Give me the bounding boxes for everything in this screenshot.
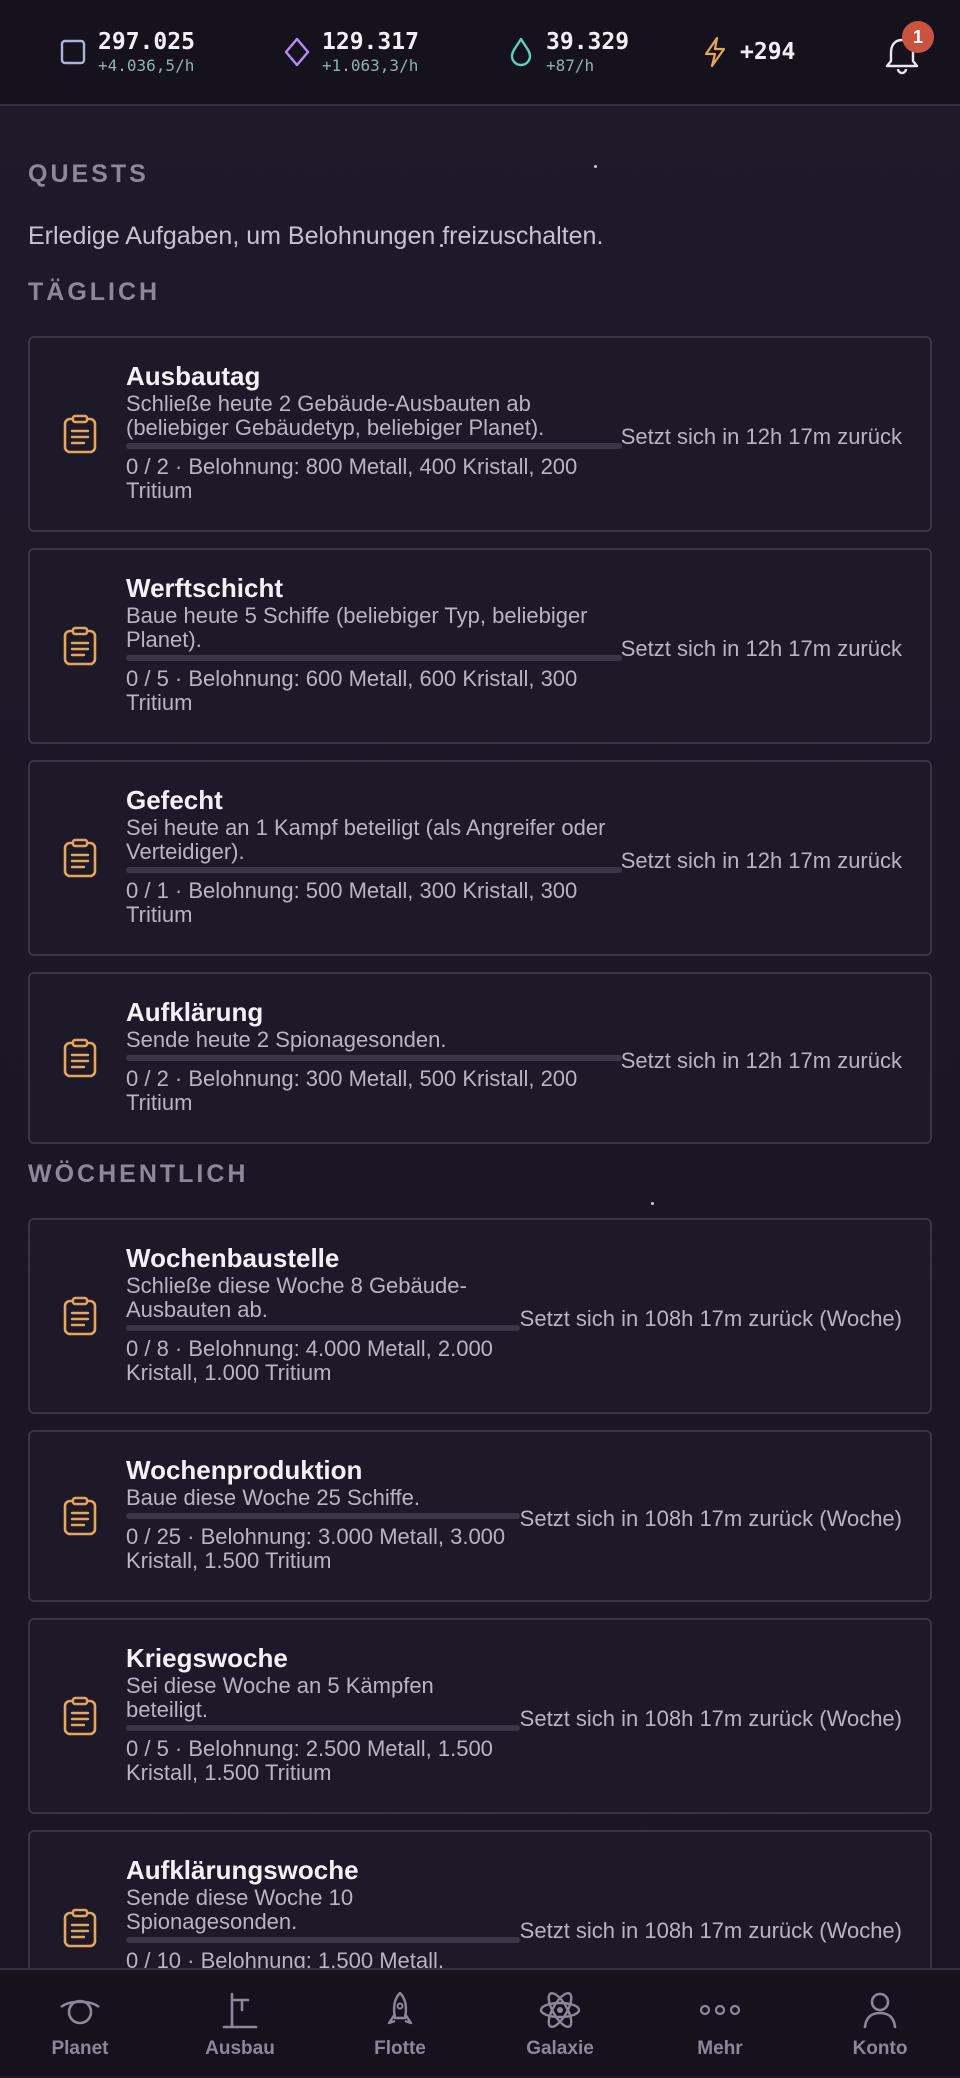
quest-card[interactable]: Ausbautag Schließe heute 2 Gebäude-Ausba…: [28, 336, 932, 532]
quest-progress: 0 / 2 · Belohnung: 300 Metall, 500 Krist…: [126, 1067, 622, 1115]
quest-description: Baue diese Woche 25 Schiffe.: [126, 1486, 520, 1510]
crystal-resource[interactable]: 129.317 +1.063,3/h: [282, 24, 419, 80]
quest-progress-bar: [126, 1937, 520, 1943]
clipboard-icon: [62, 1696, 98, 1736]
energy-amount: +294: [740, 38, 795, 66]
nav-label: Ausbau: [205, 2038, 275, 2060]
quest-title: Wochenbaustelle: [126, 1242, 520, 1274]
quest-title: Werftschicht: [126, 572, 622, 604]
quest-title: Wochenproduktion: [126, 1454, 520, 1486]
clipboard-icon: [62, 414, 98, 454]
quest-description: Schließe heute 2 Gebäude-Ausbauten ab (b…: [126, 392, 622, 440]
tritium-resource[interactable]: 39.329 +87/h: [506, 24, 629, 80]
quest-reset-timer: Setzt sich in 12h 17m zurück: [621, 1048, 902, 1074]
quest-reset-timer: Setzt sich in 108h 17m zurück (Woche): [520, 1506, 902, 1532]
droplet-icon: [506, 37, 536, 67]
quest-progress-bar: [126, 1055, 622, 1061]
clipboard-icon: [62, 1496, 98, 1536]
quest-description: Baue heute 5 Schiffe (beliebiger Typ, be…: [126, 604, 622, 652]
section-daily: TÄGLICH: [28, 278, 160, 307]
section-weekly: WÖCHENTLICH: [28, 1160, 248, 1189]
nav-label: Planet: [51, 2038, 108, 2060]
diamond-icon: [282, 37, 312, 67]
quest-reset-timer: Setzt sich in 108h 17m zurück (Woche): [520, 1918, 902, 1944]
energy-resource[interactable]: +294: [700, 24, 795, 80]
quest-title: Kriegswoche: [126, 1642, 520, 1674]
quest-progress: 0 / 25 · Belohnung: 3.000 Metall, 3.000 …: [126, 1525, 520, 1573]
quest-reset-timer: Setzt sich in 12h 17m zurück: [621, 424, 902, 450]
quest-description: Schließe diese Woche 8 Gebäude-Ausbauten…: [126, 1274, 520, 1322]
quest-title: Gefecht: [126, 784, 622, 816]
quest-reset-timer: Setzt sich in 108h 17m zurück (Woche): [520, 1306, 902, 1332]
nav-label: Flotte: [374, 2038, 426, 2060]
tritium-amount: 39.329: [546, 28, 629, 56]
quest-progress-bar: [126, 867, 622, 873]
user-icon: [858, 1990, 902, 2030]
metal-rate: +4.036,5/h: [98, 56, 195, 76]
quest-progress: 0 / 5 · Belohnung: 2.500 Metall, 1.500 K…: [126, 1737, 520, 1785]
clipboard-icon: [62, 1038, 98, 1078]
clipboard-icon: [62, 1296, 98, 1336]
nav-item-galaxie[interactable]: Galaxie: [480, 1970, 640, 2078]
rocket-icon: [378, 1990, 422, 2030]
quest-description: Sende diese Woche 10 Spionagesonden.: [126, 1886, 520, 1934]
quest-progress-bar: [126, 1325, 520, 1331]
crystal-amount: 129.317: [322, 28, 419, 56]
metal-amount: 297.025: [98, 28, 195, 56]
quest-progress: 0 / 8 · Belohnung: 4.000 Metall, 2.000 K…: [126, 1337, 520, 1385]
quest-progress: 0 / 5 · Belohnung: 600 Metall, 600 Krist…: [126, 667, 622, 715]
notification-badge: 1: [902, 21, 934, 53]
quest-card[interactable]: Wochenproduktion Baue diese Woche 25 Sch…: [28, 1430, 932, 1602]
quest-reset-timer: Setzt sich in 12h 17m zurück: [621, 848, 902, 874]
clipboard-icon: [62, 626, 98, 666]
planet-icon: [58, 1990, 102, 2030]
nav-label: Galaxie: [526, 2038, 594, 2060]
resource-bar: 297.025 +4.036,5/h 129.317 +1.063,3/h 39…: [0, 0, 960, 106]
quest-title: Aufklärungswoche: [126, 1854, 520, 1886]
nav-item-ausbau[interactable]: Ausbau: [160, 1970, 320, 2078]
nav-item-konto[interactable]: Konto: [800, 1970, 960, 2078]
square-outline-icon: [58, 37, 88, 67]
star-dot: [594, 165, 597, 168]
clipboard-icon: [62, 838, 98, 878]
lightning-icon: [700, 37, 730, 67]
quest-card[interactable]: Werftschicht Baue heute 5 Schiffe (belie…: [28, 548, 932, 744]
quest-progress-bar: [126, 1513, 520, 1519]
build-icon: [218, 1990, 262, 2030]
crystal-rate: +1.063,3/h: [322, 56, 419, 76]
quest-reset-timer: Setzt sich in 12h 17m zurück: [621, 636, 902, 662]
quest-progress-bar: [126, 1725, 520, 1731]
quest-card[interactable]: Wochenbaustelle Schließe diese Woche 8 G…: [28, 1218, 932, 1414]
quest-reset-timer: Setzt sich in 108h 17m zurück (Woche): [520, 1706, 902, 1732]
nav-label: Konto: [853, 2038, 908, 2060]
quest-progress: 0 / 1 · Belohnung: 500 Metall, 300 Krist…: [126, 879, 622, 927]
nav-item-flotte[interactable]: Flotte: [320, 1970, 480, 2078]
atom-icon: [538, 1990, 582, 2030]
page-subtitle: Erledige Aufgaben, um Belohnungen freizu…: [28, 222, 603, 251]
star-dot: [651, 1202, 654, 1205]
nav-item-planet[interactable]: Planet: [0, 1970, 160, 2078]
nav-item-mehr[interactable]: Mehr: [640, 1970, 800, 2078]
quest-title: Ausbautag: [126, 360, 622, 392]
metal-resource[interactable]: 297.025 +4.036,5/h: [58, 24, 195, 80]
quest-progress-bar: [126, 655, 622, 661]
quest-description: Sende heute 2 Spionagesonden.: [126, 1028, 622, 1052]
quest-description: Sei heute an 1 Kampf beteiligt (als Angr…: [126, 816, 622, 864]
quest-description: Sei diese Woche an 5 Kämpfen beteiligt.: [126, 1674, 520, 1722]
quest-progress: 0 / 2 · Belohnung: 800 Metall, 400 Krist…: [126, 455, 622, 503]
quest-card[interactable]: Gefecht Sei heute an 1 Kampf beteiligt (…: [28, 760, 932, 956]
quest-card[interactable]: Aufklärung Sende heute 2 Spionagesonden.…: [28, 972, 932, 1144]
bottom-navigation: Planet Ausbau Flotte Galaxie Mehr Konto: [0, 1968, 960, 2076]
quest-card[interactable]: Kriegswoche Sei diese Woche an 5 Kämpfen…: [28, 1618, 932, 1814]
more-dots-icon: [698, 1990, 742, 2030]
quest-progress-bar: [126, 443, 622, 449]
tritium-rate: +87/h: [546, 56, 629, 76]
quest-title: Aufklärung: [126, 996, 622, 1028]
clipboard-icon: [62, 1908, 98, 1948]
page-title: QUESTS: [28, 160, 149, 189]
nav-label: Mehr: [697, 2038, 742, 2060]
